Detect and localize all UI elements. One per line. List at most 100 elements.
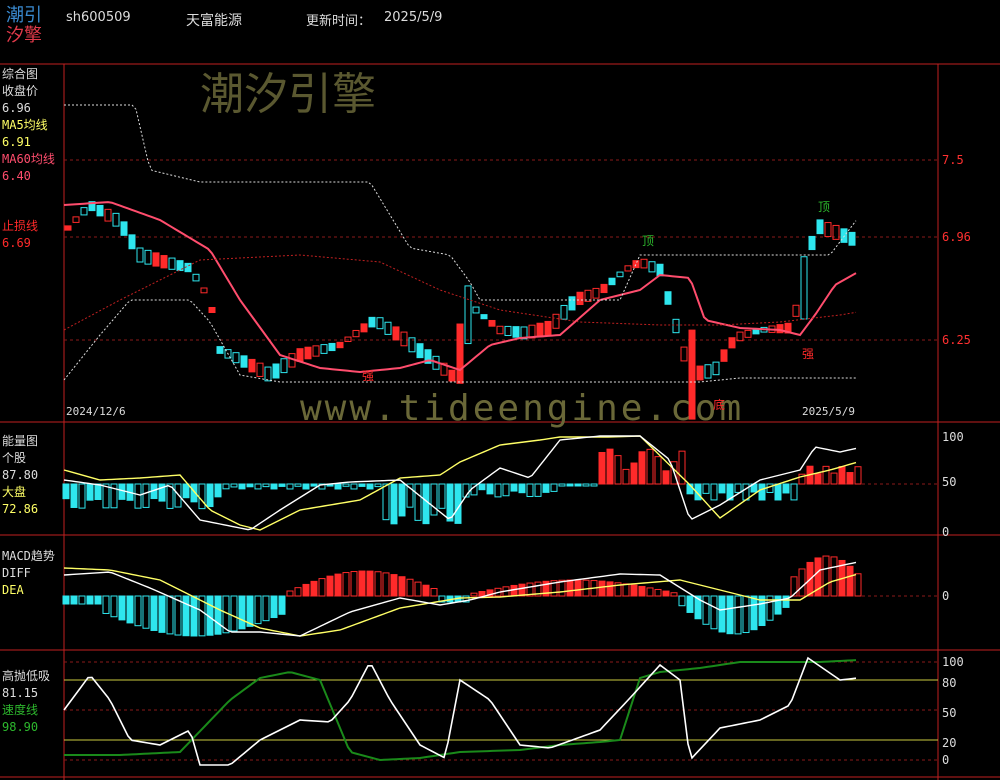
macd-bar [158, 595, 166, 633]
macd-bar [414, 581, 422, 597]
candlestick [280, 358, 288, 374]
energy-bar [646, 448, 654, 485]
candlestick [312, 345, 320, 357]
energy-bar [430, 483, 438, 516]
macd-bar [294, 587, 302, 597]
market-energy-label: 大盘 [2, 485, 27, 499]
candlestick [800, 256, 808, 320]
candlestick [216, 346, 224, 354]
macd-bar [78, 595, 86, 605]
candlestick [512, 326, 520, 338]
energy-bar [486, 483, 494, 495]
macd-bar [70, 595, 78, 605]
energy-bar [246, 483, 254, 488]
macd-bar [182, 595, 190, 637]
stop-value: 6.69 [2, 236, 31, 250]
candlestick [376, 317, 384, 330]
energy-bar [358, 483, 366, 487]
candlestick [256, 362, 264, 377]
macd-bar [702, 595, 710, 625]
energy-bar [86, 483, 94, 501]
macd-bar [214, 595, 222, 635]
energy-bar [174, 483, 182, 508]
macd-bar [230, 595, 238, 632]
macd-bar [846, 565, 854, 597]
candlestick [128, 234, 136, 250]
macd-bar [518, 583, 526, 597]
energy-bar [526, 483, 534, 498]
close-value: 6.96 [2, 101, 31, 115]
axis1-tick: 7.5 [942, 153, 964, 167]
macd-bar [406, 578, 414, 597]
date-start: 2024/12/6 [66, 405, 126, 418]
macd-bar [734, 595, 742, 635]
candlestick [536, 322, 544, 338]
candlestick [464, 285, 472, 345]
market-energy-value: 72.86 [2, 502, 39, 516]
energy-bar [830, 472, 838, 485]
energy-bar [638, 451, 646, 485]
logo-top: 潮引 [6, 5, 42, 26]
close-label: 收盘价 [2, 84, 39, 98]
energy-bar [238, 483, 246, 490]
candlestick [576, 291, 584, 306]
macd-bar [678, 595, 686, 607]
candlestick [448, 369, 456, 382]
candlestick [168, 257, 176, 270]
stock-energy-label: 个股 [2, 451, 27, 465]
energy-bar [822, 465, 830, 485]
axis3-tick: 0 [942, 589, 950, 603]
candlestick [416, 343, 424, 359]
energy-bar [782, 483, 790, 494]
energy-bar [70, 483, 78, 508]
energy-bar [254, 483, 262, 490]
energy-bar [838, 466, 846, 485]
panel2-title: 能量图 [2, 434, 39, 448]
energy-bar [214, 483, 222, 498]
axis4-tick: 100 [942, 655, 964, 669]
energy-bar [774, 483, 782, 501]
candlestick [360, 323, 368, 333]
macd-bar [310, 580, 318, 597]
panel3-title: MACD趋势 [2, 549, 55, 563]
energy-bar [710, 483, 718, 501]
energy-bar [622, 468, 630, 485]
candlestick [840, 228, 848, 243]
axis4-tick: 20 [942, 736, 957, 750]
candlestick [672, 318, 680, 334]
macd-bar [686, 595, 694, 613]
candlestick [488, 319, 496, 327]
stock-name: 天富能源 [186, 13, 242, 29]
energy-bar [558, 483, 566, 487]
candlestick [296, 348, 304, 362]
energy-bar [654, 456, 662, 485]
energy-bar [302, 483, 310, 490]
date-end: 2025/5/9 [802, 405, 855, 418]
energy-bar [230, 483, 238, 488]
energy-bar [510, 483, 518, 492]
energy-bar [630, 462, 638, 485]
candlestick [200, 287, 208, 294]
macd-bar [422, 584, 430, 597]
macd-bar [190, 595, 198, 637]
energy-bar [574, 483, 582, 487]
candlestick [272, 363, 280, 379]
macd-bar [598, 580, 606, 597]
annotation-strong: 强 [802, 347, 815, 361]
candlestick [552, 313, 560, 329]
candlestick [624, 265, 632, 272]
macd-bar [710, 595, 718, 630]
energy-bar [366, 483, 374, 490]
annotation-bottom: 底 [713, 398, 726, 412]
macd-bar [750, 595, 758, 631]
macd-bar [798, 568, 806, 597]
macd-bar [278, 595, 286, 615]
energy-bar [262, 483, 270, 488]
macd-bar [326, 575, 334, 597]
energy-bar [534, 483, 542, 497]
energy-bar [398, 483, 406, 517]
axis2-tick: 100 [942, 430, 964, 444]
candlestick [616, 271, 624, 278]
candlestick [680, 346, 688, 362]
macd-bar [726, 595, 734, 635]
